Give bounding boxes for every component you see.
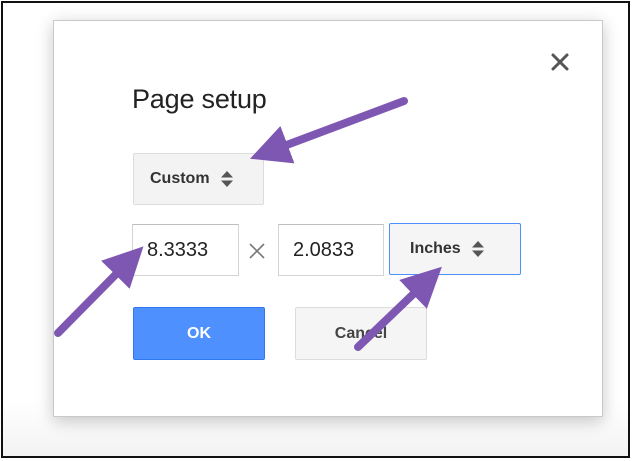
page-setup-dialog: Page setup Custom Inches OK Cancel (53, 20, 603, 417)
close-icon[interactable] (547, 49, 573, 75)
times-icon (249, 243, 265, 259)
page-size-select[interactable]: Custom (133, 153, 264, 205)
height-input[interactable] (278, 224, 384, 276)
units-select[interactable]: Inches (389, 223, 521, 275)
width-input[interactable] (132, 224, 239, 276)
up-down-icon (220, 171, 233, 187)
cancel-button[interactable]: Cancel (295, 307, 427, 360)
units-select-label: Inches (410, 240, 461, 257)
dialog-title: Page setup (132, 84, 267, 114)
ok-button[interactable]: OK (133, 307, 265, 360)
up-down-icon (471, 241, 484, 257)
page-size-select-label: Custom (150, 170, 210, 187)
